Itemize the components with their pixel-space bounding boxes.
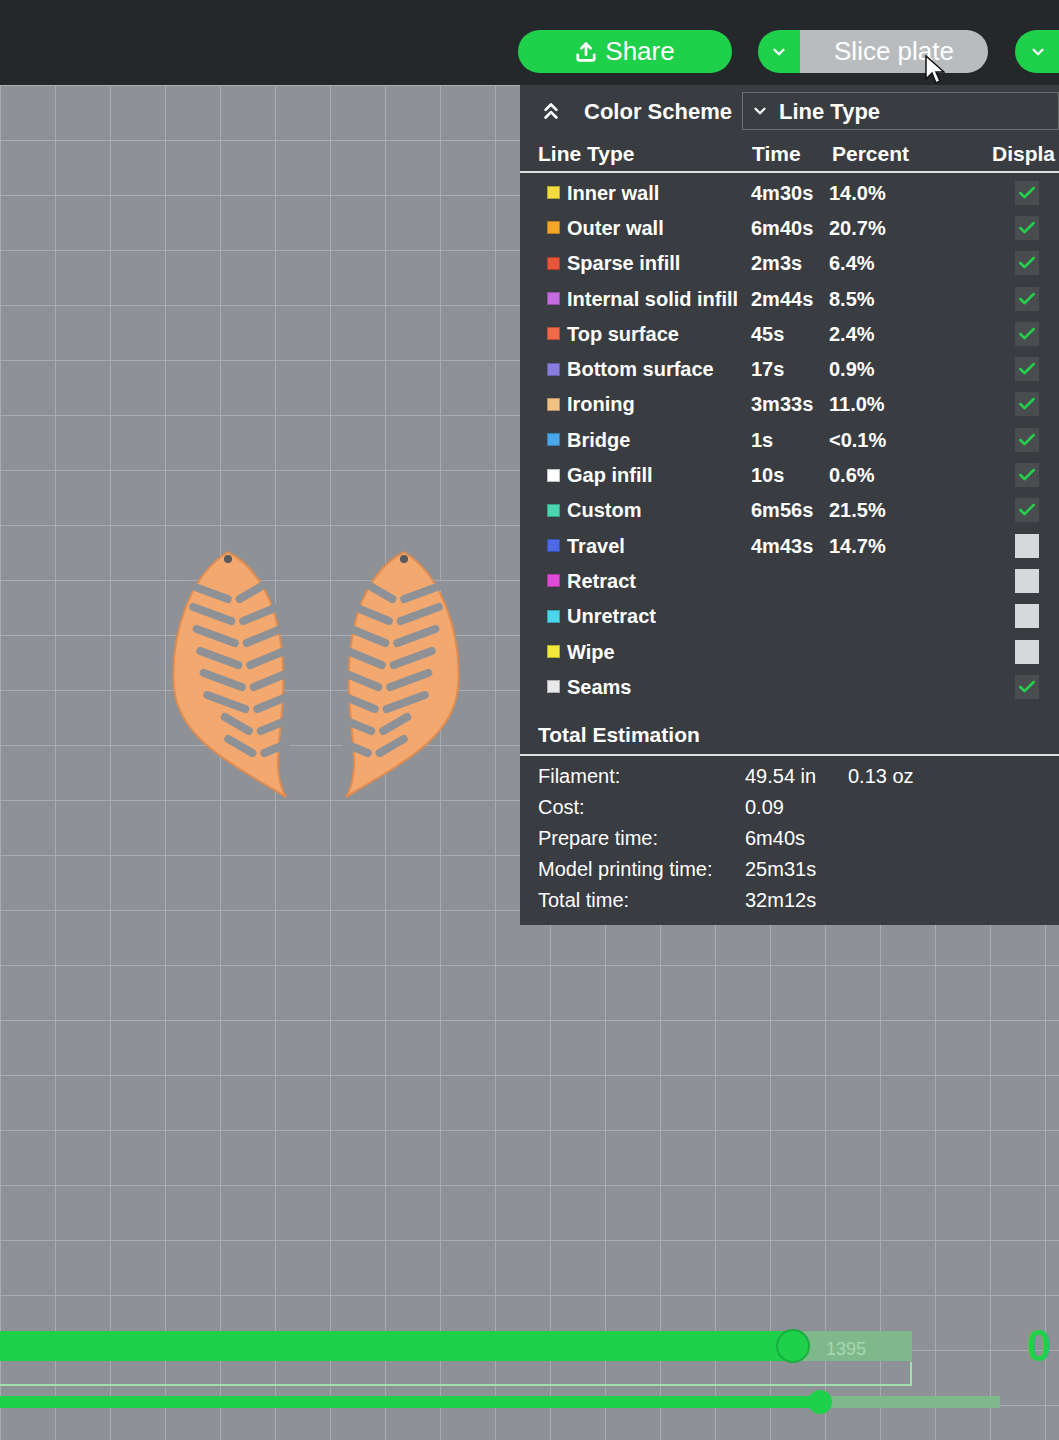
check-icon [1017, 183, 1037, 203]
move-slider[interactable] [0, 1396, 1000, 1408]
leaf-model[interactable] [168, 547, 290, 802]
total-row: Model printing time:25m31s [520, 853, 1059, 884]
check-icon [1017, 394, 1037, 414]
mouse-cursor-icon [925, 55, 945, 85]
display-checkbox[interactable] [1015, 534, 1039, 558]
line-color-swatch [547, 257, 560, 270]
display-checkbox[interactable] [1015, 251, 1039, 275]
totals: Filament:49.54 in0.13 ozCost:0.09Prepare… [520, 756, 1059, 915]
total-row: Filament:49.54 in0.13 oz [520, 760, 1059, 791]
slice-button-group: Slice plate [758, 30, 988, 73]
move-slider-fill [0, 1396, 820, 1408]
total-row: Total time:32m12s [520, 884, 1059, 915]
toolbar: Share Slice plate [0, 0, 1059, 85]
bottom-controls: 0 1395 [0, 1320, 1059, 1440]
line-color-swatch [547, 574, 560, 587]
chevron-down-icon [1029, 43, 1047, 61]
total-row: Cost:0.09 [520, 791, 1059, 822]
legend-row: Outer wall6m40s20.7% [520, 210, 1059, 245]
check-icon [1017, 465, 1037, 485]
check-icon [1017, 430, 1037, 450]
legend-row: Custom6m56s21.5% [520, 493, 1059, 528]
chevron-down-icon [751, 102, 769, 120]
display-checkbox[interactable] [1015, 463, 1039, 487]
layer-slider-fill [0, 1331, 793, 1361]
line-color-swatch [547, 610, 560, 623]
display-checkbox[interactable] [1015, 569, 1039, 593]
print-dropdown[interactable] [1015, 30, 1059, 73]
layer-slider[interactable] [0, 1331, 912, 1361]
line-color-swatch [547, 398, 560, 411]
plate-canvas[interactable]: Color SchemeLine TypeLine TypeTimePercen… [0, 85, 1059, 1440]
legend-row: Gap infill10s0.6% [520, 457, 1059, 492]
check-icon [1017, 500, 1037, 520]
check-icon [1017, 359, 1037, 379]
display-checkbox[interactable] [1015, 216, 1039, 240]
layer-slider-knob[interactable] [776, 1329, 810, 1363]
line-color-swatch [547, 186, 560, 199]
check-icon [1017, 253, 1037, 273]
check-icon [1017, 218, 1037, 238]
display-checkbox[interactable] [1015, 392, 1039, 416]
line-color-swatch [547, 363, 560, 376]
leaf-model[interactable] [342, 547, 464, 802]
display-checkbox[interactable] [1015, 357, 1039, 381]
display-checkbox[interactable] [1015, 322, 1039, 346]
line-color-swatch [547, 504, 560, 517]
line-color-swatch [547, 469, 560, 482]
line-color-swatch [547, 433, 560, 446]
slice-plate-button[interactable]: Slice plate [800, 30, 988, 73]
check-icon [1017, 324, 1037, 344]
line-color-swatch [547, 645, 560, 658]
legend-row: Top surface45s2.4% [520, 316, 1059, 351]
scheme-select[interactable]: Line Type [742, 92, 1059, 130]
legend-row: Seams [520, 669, 1059, 704]
line-color-swatch [547, 327, 560, 340]
legend-row: Bridge1s<0.1% [520, 422, 1059, 457]
legend-row: Unretract [520, 599, 1059, 634]
layer-number: 0 [1027, 1324, 1059, 1368]
line-color-swatch [547, 680, 560, 693]
display-checkbox[interactable] [1015, 498, 1039, 522]
legend-row: Inner wall4m30s14.0% [520, 175, 1059, 210]
collapse-icon[interactable] [538, 98, 564, 124]
legend-row: Wipe [520, 634, 1059, 669]
legend-row: Ironing3m33s11.0% [520, 387, 1059, 422]
chevron-down-icon [770, 43, 788, 61]
move-slider-knob[interactable] [808, 1390, 832, 1414]
legend-rows: Inner wall4m30s14.0%Outer wall6m40s20.7%… [520, 173, 1059, 704]
total-estimation-title: Total Estimation [520, 714, 1059, 756]
slicer-window: Share Slice plate Color SchemeLine TypeLin… [0, 0, 1059, 1440]
display-checkbox[interactable] [1015, 428, 1039, 452]
display-checkbox[interactable] [1015, 181, 1039, 205]
display-checkbox[interactable] [1015, 675, 1039, 699]
total-row: Prepare time:6m40s [520, 822, 1059, 853]
layer-slider-label: 1395 [826, 1336, 866, 1363]
check-icon [1017, 289, 1037, 309]
display-checkbox[interactable] [1015, 604, 1039, 628]
legend-row: Retract [520, 563, 1059, 598]
legend-row: Travel4m43s14.7% [520, 528, 1059, 563]
line-color-swatch [547, 539, 560, 552]
display-checkbox[interactable] [1015, 287, 1039, 311]
display-checkbox[interactable] [1015, 640, 1039, 664]
line-color-swatch [547, 221, 560, 234]
legend-row: Bottom surface17s0.9% [520, 351, 1059, 386]
legend-row: Internal solid infill2m44s8.5% [520, 281, 1059, 316]
slice-dropdown[interactable] [758, 30, 800, 73]
share-button[interactable]: Share [518, 30, 732, 73]
legend-header: Color SchemeLine Type [520, 85, 1059, 137]
legend-columns: Line TypeTimePercentDispla [520, 137, 1059, 173]
check-icon [1017, 677, 1037, 697]
share-icon [575, 41, 597, 63]
line-color-swatch [547, 292, 560, 305]
legend-row: Sparse infill2m3s6.4% [520, 246, 1059, 281]
legend-panel: Color SchemeLine TypeLine TypeTimePercen… [520, 85, 1059, 925]
